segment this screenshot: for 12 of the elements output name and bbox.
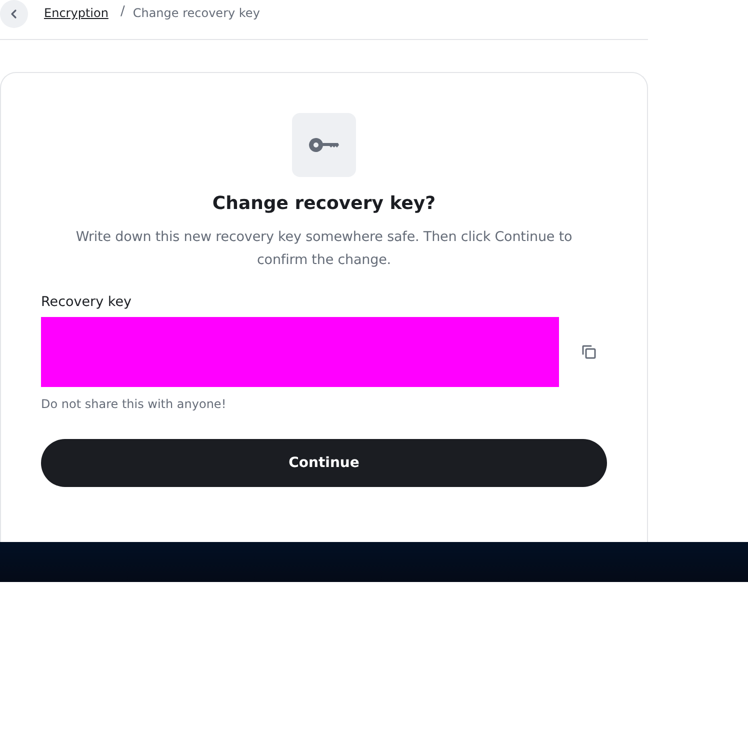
breadcrumb-current: Change recovery key (132, 6, 260, 20)
copy-icon (581, 344, 597, 360)
breadcrumb-separator: / (120, 4, 125, 19)
back-button[interactable] (0, 0, 28, 28)
breadcrumb-link[interactable]: Encryption (44, 6, 108, 20)
dialog-title: Change recovery key? (212, 193, 436, 214)
field-hint: Do not share this with anyone! (41, 397, 226, 411)
key-icon (309, 138, 339, 152)
dialog-description: Write down this new recovery key somewhere safe. Then click Continue to confirm the change. (74, 228, 574, 270)
chevron-left-icon (9, 9, 19, 19)
continue-button[interactable]: Continue (41, 439, 607, 487)
field-label: Recovery key (41, 294, 132, 310)
